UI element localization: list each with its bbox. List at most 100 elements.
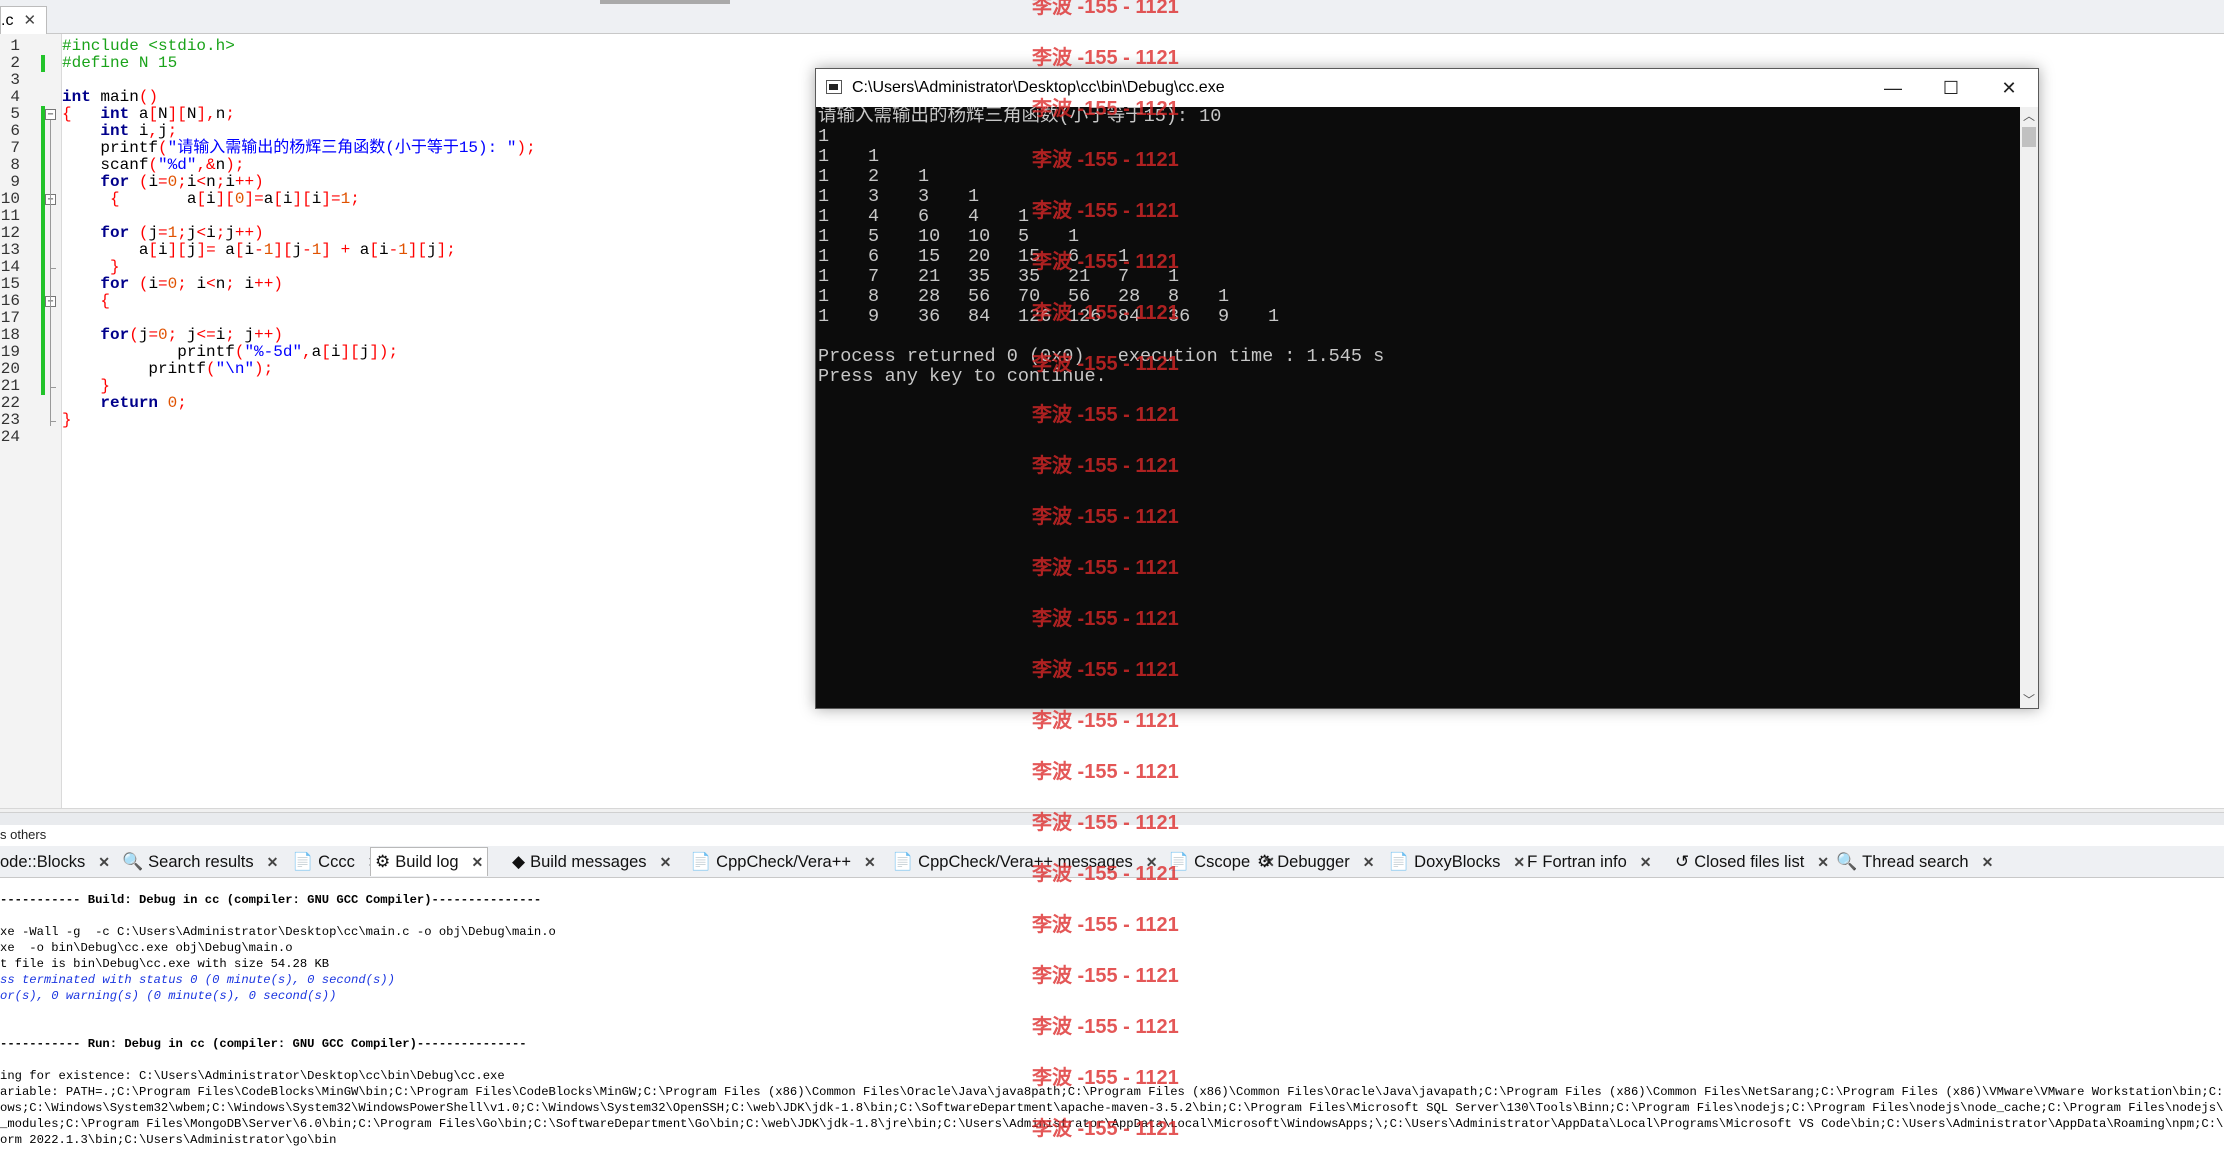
tab-debugger[interactable]: ⚙ Debugger ✕: [1257, 848, 1374, 876]
log-line: or(s), 0 warning(s) (0 minute(s), 0 seco…: [0, 989, 337, 1003]
tab-search-results[interactable]: 🔍 Search results ✕: [122, 848, 278, 876]
minimize-button[interactable]: —: [1864, 69, 1922, 107]
watermark-text: 李波 -155 - 1121: [1032, 149, 1179, 171]
triangle-cell: 9: [868, 306, 880, 327]
tab-cccc[interactable]: 📄Cccc✕: [292, 848, 380, 876]
triangle-row: 1: [818, 127, 868, 147]
code-line[interactable]: printf("%-5d",a[i][j]);: [62, 344, 398, 361]
line-number: 11: [0, 207, 20, 225]
console-window[interactable]: C:\Users\Administrator\Desktop\cc\bin\De…: [815, 68, 2039, 709]
console-vertical-scrollbar[interactable]: ︿ ﹀: [2020, 107, 2038, 708]
code-line[interactable]: {: [62, 293, 110, 310]
close-icon[interactable]: ✕: [23, 8, 36, 34]
triangle-cell: 1: [868, 146, 880, 167]
triangle-cell: 10: [918, 226, 941, 247]
fold-end-marker: [50, 268, 56, 269]
triangle-cell: 1: [818, 286, 830, 307]
triangle-cell: 1: [1218, 286, 1230, 307]
triangle-cell: 21: [918, 266, 941, 287]
close-icon[interactable]: ✕: [98, 848, 110, 876]
fold-guide-line: [50, 120, 51, 426]
tab-thread-search[interactable]: 🔍 Thread search ✕: [1836, 848, 1993, 876]
tab-build-log[interactable]: ⚙ Build log ✕: [370, 847, 489, 876]
code-line[interactable]: { int a[N][N],n;: [62, 106, 235, 123]
watermark-text: 李波 -155 - 1121: [1032, 200, 1179, 222]
file-icon: 📄: [1388, 852, 1410, 871]
triangle-cell: 1: [818, 226, 830, 247]
code-line[interactable]: printf("请输入需输出的杨辉三角函数(小于等于15): ");: [62, 140, 535, 157]
scroll-down-icon[interactable]: ﹀: [2020, 691, 2038, 708]
close-icon[interactable]: ✕: [472, 848, 484, 876]
watermark-text: 李波 -155 - 1121: [1032, 404, 1179, 426]
fold-toggle-icon[interactable]: −: [45, 109, 56, 120]
line-number: 15: [0, 275, 20, 293]
code-line[interactable]: return 0;: [62, 395, 186, 412]
triangle-cell: 1: [918, 166, 930, 187]
watermark-text: 李波 -155 - 1121: [1032, 98, 1179, 120]
tab-closed-files-list[interactable]: ↺ Closed files list ✕: [1675, 848, 1829, 876]
triangle-cell: 2: [868, 166, 880, 187]
file-tab-main-c[interactable]: .c ✕: [0, 6, 48, 34]
scroll-up-icon[interactable]: ︿: [2020, 107, 2038, 124]
watermark-text: 李波 -155 - 1121: [1032, 608, 1179, 630]
line-number: 14: [0, 258, 20, 276]
log-line: ----------- Build: Debug in cc (compiler…: [0, 893, 542, 907]
triangle-cell: 56: [968, 286, 991, 307]
tab-label: Build messages: [530, 853, 647, 871]
tab-label: Closed files list: [1694, 853, 1805, 871]
code-line[interactable]: for (i=0; i<n; i++): [62, 276, 283, 293]
file-icon: 📄: [690, 852, 712, 871]
maximize-button[interactable]: ☐: [1922, 69, 1980, 107]
log-line: orm 2022.1.3\bin;C:\Users\Administrator\…: [0, 1133, 337, 1147]
code-line[interactable]: #include <stdio.h>: [62, 38, 235, 55]
tab-doxyblocks[interactable]: 📄 DoxyBlocks ✕: [1388, 848, 1525, 876]
triangle-cell: 28: [918, 286, 941, 307]
fold-end-marker: [50, 387, 56, 388]
code-line[interactable]: }: [62, 412, 72, 429]
tab-cppcheck-vera[interactable]: 📄 CppCheck/Vera++ ✕: [690, 848, 876, 876]
file-icon: 📄: [892, 852, 914, 871]
triangle-cell: 6: [868, 246, 880, 267]
code-line[interactable]: printf("\n");: [62, 361, 273, 378]
line-number: 9: [10, 173, 20, 191]
tab-build-messages[interactable]: ◆ Build messages ✕: [512, 848, 671, 876]
close-icon[interactable]: ✕: [1982, 848, 1994, 876]
close-icon[interactable]: ✕: [660, 848, 672, 876]
changed-lines-marker: [41, 55, 45, 72]
triangle-row: 1 5 10 10 5 1: [818, 227, 1118, 247]
close-button[interactable]: ✕: [1980, 69, 2038, 107]
close-icon[interactable]: ✕: [1817, 848, 1829, 876]
watermark-text: 李波 -155 - 1121: [1032, 659, 1179, 681]
code-line[interactable]: int main(): [62, 89, 158, 106]
code-line[interactable]: a[i][j]= a[i-1][j-1] + a[i-1][j];: [62, 242, 456, 259]
code-line[interactable]: #define N 15: [62, 55, 177, 72]
code-line[interactable]: for (j=1;j<i;j++): [62, 225, 263, 242]
close-icon[interactable]: ✕: [1363, 848, 1375, 876]
close-icon[interactable]: ✕: [1640, 848, 1652, 876]
triangle-cell: 1: [818, 266, 830, 287]
watermark-text: 李波 -155 - 1121: [1032, 47, 1179, 69]
tab-label: Debugger: [1277, 853, 1350, 871]
code-line[interactable]: }: [62, 378, 110, 395]
triangle-cell: 3: [918, 186, 930, 207]
tab-strip-scroll-thumb[interactable]: [600, 0, 730, 4]
line-number: 13: [0, 241, 20, 259]
close-icon[interactable]: ✕: [864, 848, 876, 876]
code-line[interactable]: scanf("%d",&n);: [62, 157, 244, 174]
code-line[interactable]: }: [62, 259, 120, 276]
code-line[interactable]: for(j=0; j<=i; j++): [62, 327, 283, 344]
watermark-text: 李波 -155 - 1121: [1032, 863, 1179, 885]
tab-fortran-info[interactable]: F Fortran info ✕: [1527, 848, 1652, 876]
console-titlebar[interactable]: C:\Users\Administrator\Desktop\cc\bin\De…: [816, 69, 2038, 107]
triangle-cell: 35: [968, 266, 991, 287]
console-scroll-thumb[interactable]: [2022, 127, 2036, 147]
file-tab-label: .c: [1, 11, 14, 29]
code-line[interactable]: { a[i][0]=a[i][i]=1;: [62, 191, 360, 208]
code-line[interactable]: for (i=0;i<n;i++): [62, 174, 263, 191]
close-icon[interactable]: ✕: [267, 848, 279, 876]
tab-ode-blocks[interactable]: ode::Blocks ✕: [0, 848, 110, 876]
triangle-cell: 1: [818, 246, 830, 267]
close-icon[interactable]: ✕: [1513, 848, 1525, 876]
code-line[interactable]: int i,j;: [62, 123, 177, 140]
watermark-text: 李波 -155 - 1121: [1032, 302, 1179, 324]
